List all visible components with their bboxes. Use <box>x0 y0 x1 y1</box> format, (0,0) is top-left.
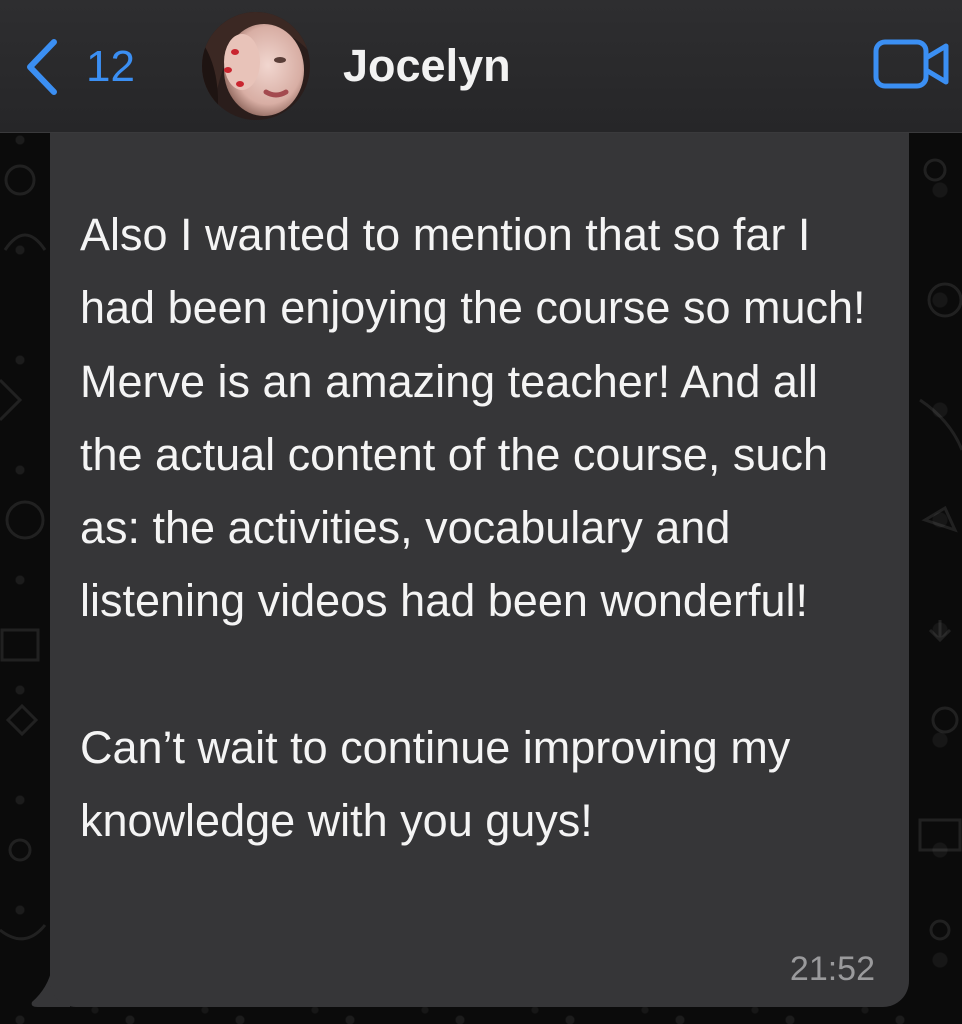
video-call-button[interactable] <box>872 38 952 90</box>
avatar-photo <box>202 12 310 120</box>
back-button[interactable]: 12 <box>22 36 135 98</box>
message-bubble[interactable]: Also I wanted to mention that so far I h… <box>50 100 909 1007</box>
contact-name[interactable]: Jocelyn <box>343 38 511 94</box>
unread-count: 12 <box>86 42 135 91</box>
video-camera-icon <box>873 39 949 89</box>
chat-header: 12 Jocelyn <box>0 0 962 133</box>
chevron-left-icon <box>27 39 57 95</box>
message-text: Also I wanted to mention that so far I h… <box>80 209 866 847</box>
message-timestamp: 21:52 <box>789 950 875 988</box>
avatar[interactable] <box>202 12 310 120</box>
